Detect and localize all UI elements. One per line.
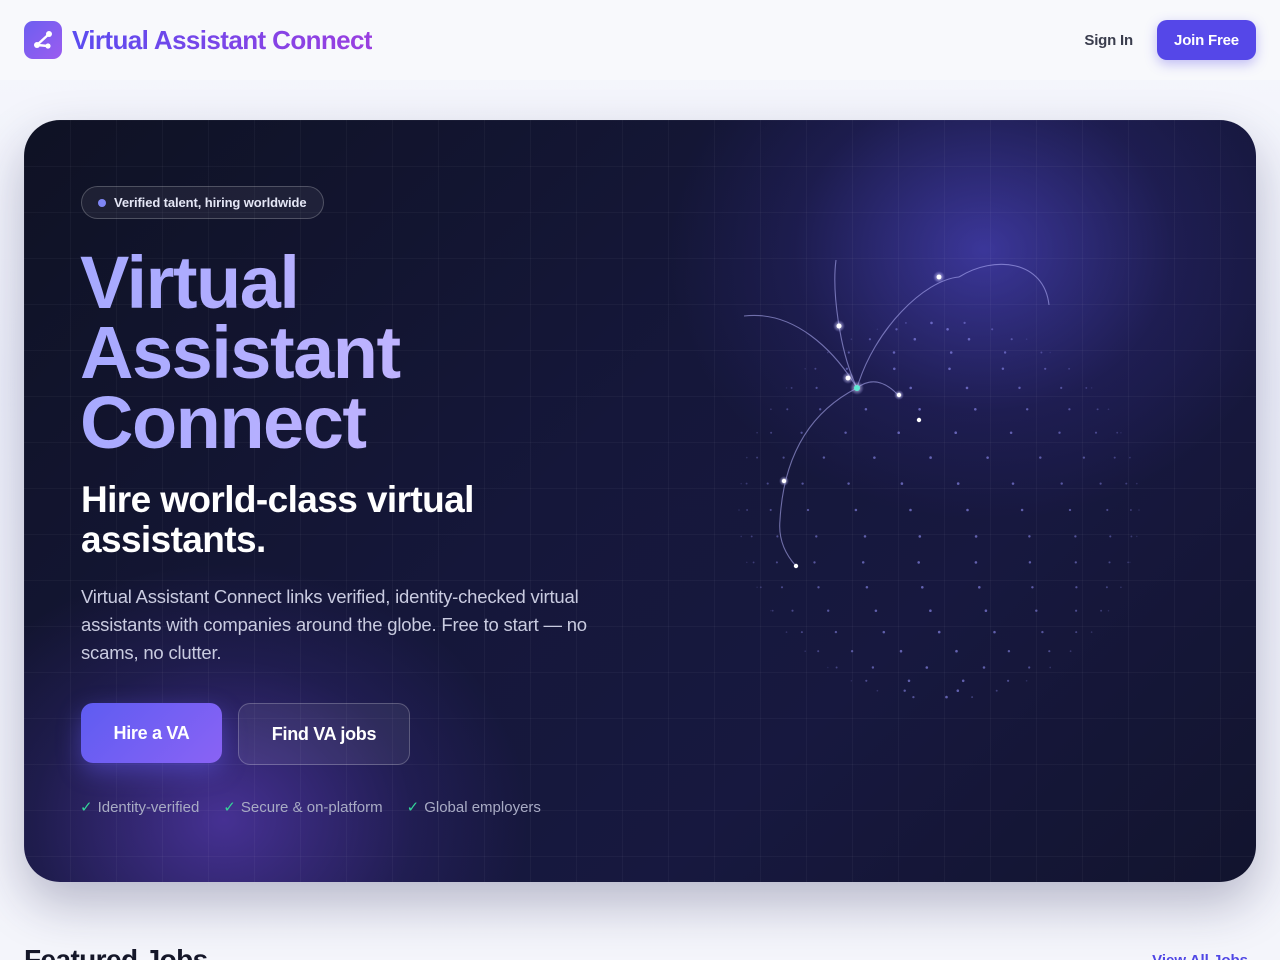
checkmark-icon: ✓ <box>223 799 236 816</box>
share-logo-icon <box>24 21 62 59</box>
sign-in-button[interactable]: Sign In <box>1084 32 1133 49</box>
hero-title-line: Assistant <box>80 311 400 394</box>
badge-text: Verified talent, hiring worldwide <box>114 195 307 210</box>
trust-checks: ✓ Identity-verified ✓ Secure & on-platfo… <box>80 798 541 817</box>
check-item: ✓ Global employers <box>406 798 541 817</box>
checkmark-icon: ✓ <box>406 799 420 816</box>
check-label: Identity-verified <box>97 798 200 816</box>
check-item: ✓ Identity-verified <box>80 798 200 817</box>
check-item: ✓ Secure & on-platform <box>223 798 383 817</box>
featured-jobs-heading: Featured Jobs <box>24 944 208 960</box>
check-label: Global employers <box>424 798 541 816</box>
globe-dots <box>738 321 1140 699</box>
hero-title-line: Connect <box>80 381 366 464</box>
hero-subtitle: Hire world-class virtual assistants. <box>81 479 474 560</box>
hero-description: Virtual Assistant Connect links verified… <box>81 586 587 663</box>
view-all-jobs-link[interactable]: View All Jobs <box>1152 952 1248 960</box>
check-label: Secure & on-platform <box>240 798 383 816</box>
hero-title-line: Virtual <box>80 241 299 324</box>
header-actions: Sign In Join Free <box>1084 20 1256 60</box>
verified-badge: Verified talent, hiring worldwide <box>81 186 325 219</box>
find-va-jobs-button[interactable]: Find VA jobs <box>238 703 410 765</box>
join-free-button[interactable]: Join Free <box>1157 20 1256 60</box>
hero-section: Verified talent, hiring worldwide Virtua… <box>24 120 1256 882</box>
globe-network-illustration <box>738 259 1140 699</box>
site-header: Virtual Assistant Connect Sign In Join F… <box>0 0 1280 80</box>
status-dot-icon <box>98 198 106 207</box>
checkmark-icon: ✓ <box>80 799 93 816</box>
connection-arcs <box>743 259 1050 567</box>
brand-name: Virtual Assistant Connect <box>72 24 373 55</box>
hire-va-button[interactable]: Hire a VA <box>81 703 222 763</box>
network-nodes <box>779 271 945 569</box>
brand[interactable]: Virtual Assistant Connect <box>24 21 373 59</box>
hero-title: Virtual Assistant Connect <box>80 248 640 458</box>
